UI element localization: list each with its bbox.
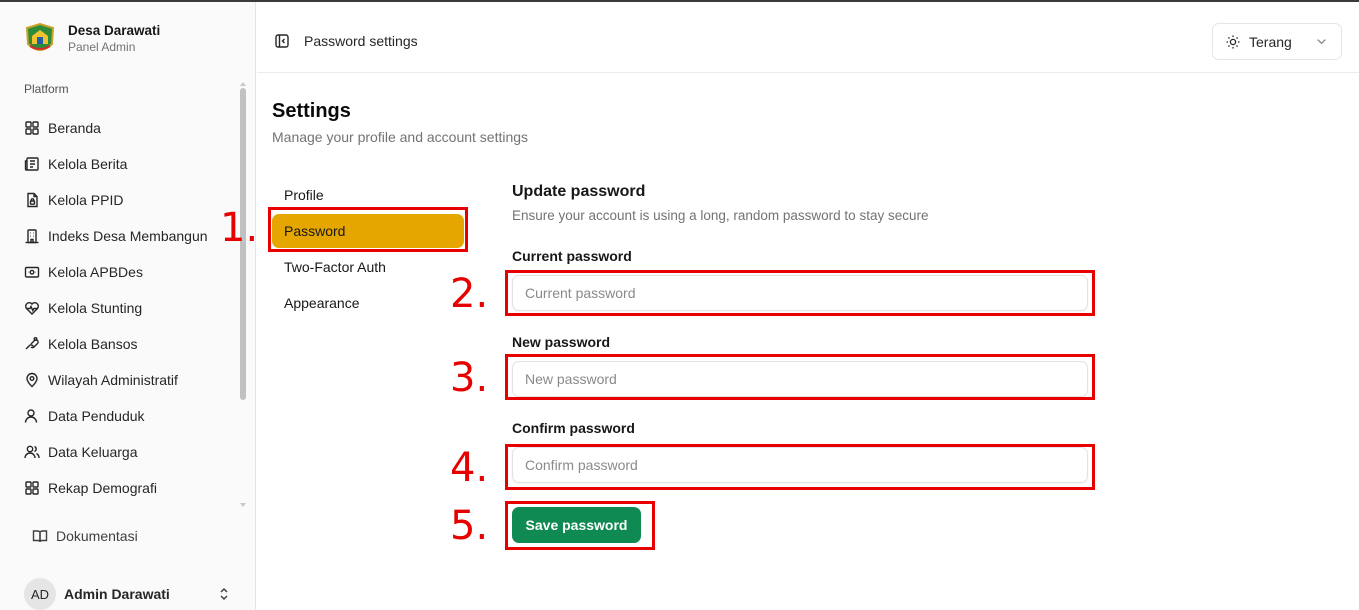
current-password-label: Current password (512, 248, 632, 264)
sidebar-item-label: Kelola APBDes (48, 264, 143, 280)
sidebar: Desa Darawati Panel Admin Platform Beran… (0, 2, 256, 610)
theme-label: Terang (1249, 33, 1292, 50)
brand[interactable]: Desa Darawati Panel Admin (24, 22, 160, 56)
breadcrumb: Password settings (304, 33, 418, 49)
wallet-icon (24, 266, 40, 278)
sun-icon (1226, 35, 1240, 48)
annotation-number-5: 5. (450, 503, 489, 549)
chevron-down-icon (1317, 39, 1326, 45)
brand-subtitle: Panel Admin (68, 40, 136, 54)
map-pin-icon (26, 372, 38, 388)
annotation-box-2 (505, 270, 1095, 316)
sidebar-item-kelola-berita[interactable]: Kelola Berita (24, 146, 234, 182)
top-header: Password settings Terang (257, 2, 1359, 73)
annotation-box-1 (268, 207, 468, 252)
sidebar-item-kelola-stunting[interactable]: Kelola Stunting (24, 290, 234, 326)
sidebar-item-wilayah-administratif[interactable]: Wilayah Administratif (24, 362, 234, 398)
docs-label: Dokumentasi (56, 528, 138, 544)
sidebar-item-label: Indeks Desa Membangun (48, 228, 208, 244)
annotation-box-5 (505, 501, 655, 550)
theme-select[interactable]: Terang (1212, 23, 1342, 60)
sidebar-item-label: Wilayah Administratif (48, 372, 178, 388)
scroll-up-arrow-icon[interactable] (240, 82, 246, 86)
sidebar-item-indeks-desa-membangun[interactable]: Indeks Desa Membangun (24, 218, 234, 254)
sidebar-item-label: Rekap Demografi (48, 480, 157, 496)
user-menu[interactable]: AD Admin Darawati (24, 578, 234, 610)
sidebar-toggle-icon[interactable] (274, 33, 290, 49)
layout-grid-icon (25, 481, 39, 495)
docs-link[interactable]: Dokumentasi (32, 528, 138, 544)
new-password-label: New password (512, 334, 611, 350)
sidebar-item-rekap-demografi[interactable]: Rekap Demografi (24, 470, 234, 506)
hand-coins-icon (25, 337, 39, 350)
section-subtitle: Ensure your account is using a long, ran… (512, 208, 929, 223)
users-icon (24, 445, 40, 459)
confirm-password-label: Confirm password (512, 420, 635, 436)
sidebar-item-kelola-bansos[interactable]: Kelola Bansos (24, 326, 234, 362)
chevrons-up-down-icon (220, 587, 228, 601)
user-name: Admin Darawati (64, 586, 170, 602)
sidebar-nav: Beranda Kelola Berita Kelola PPID Indeks… (24, 110, 234, 506)
annotation-number-3: 3. (450, 355, 489, 401)
scroll-down-arrow-icon[interactable] (240, 503, 246, 507)
sidebar-item-label: Data Keluarga (48, 444, 138, 460)
annotation-number-2: 2. (450, 271, 489, 317)
app-window: Desa Darawati Panel Admin Platform Beran… (0, 0, 1359, 610)
sidebar-item-beranda[interactable]: Beranda (24, 110, 234, 146)
sidebar-item-kelola-ppid[interactable]: Kelola PPID (24, 182, 234, 218)
sidebar-item-label: Data Penduduk (48, 408, 145, 424)
page-subtitle: Manage your profile and account settings (272, 129, 529, 145)
annotation-box-4 (505, 444, 1095, 490)
sidebar-item-kelola-apbdes[interactable]: Kelola APBDes (24, 254, 234, 290)
heart-pulse-icon (25, 302, 39, 315)
annotation-number-4: 4. (450, 445, 489, 491)
avatar: AD (24, 578, 56, 610)
nav-group-label: Platform (24, 82, 69, 96)
brand-title: Desa Darawati (68, 23, 161, 38)
settings-tab-appearance[interactable]: Appearance (272, 286, 464, 320)
annotation-box-3 (505, 354, 1095, 400)
village-logo-icon (25, 22, 55, 51)
building-icon (25, 229, 39, 244)
sidebar-item-label: Kelola Stunting (48, 300, 143, 316)
sidebar-scrollbar[interactable] (239, 82, 247, 507)
layout-grid-icon (25, 121, 39, 135)
annotation-number-1: 1. (220, 205, 259, 251)
file-lock-icon (27, 192, 38, 208)
user-icon (24, 409, 38, 423)
section-title: Update password (512, 183, 646, 200)
sidebar-item-label: Kelola PPID (48, 192, 124, 208)
sidebar-item-label: Kelola Bansos (48, 336, 138, 352)
page-title: Settings (272, 100, 351, 122)
sidebar-item-label: Beranda (48, 120, 101, 136)
sidebar-item-label: Kelola Berita (48, 156, 128, 172)
settings-tab-two-factor[interactable]: Two-Factor Auth (272, 250, 464, 284)
newspaper-icon (24, 157, 39, 171)
book-open-icon (32, 530, 48, 543)
sidebar-item-data-keluarga[interactable]: Data Keluarga (24, 434, 234, 470)
sidebar-item-data-penduduk[interactable]: Data Penduduk (24, 398, 234, 434)
update-password-form: Update password Ensure your account is u… (512, 182, 1088, 543)
